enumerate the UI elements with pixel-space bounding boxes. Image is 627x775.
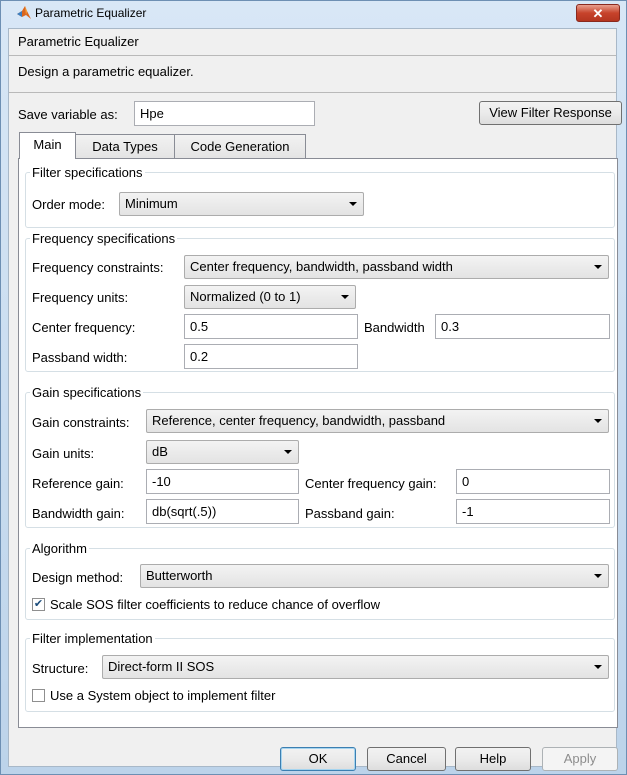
header-divider-2 <box>9 92 616 93</box>
gain-units-dropdown[interactable]: dB <box>146 440 299 464</box>
freq-units-value: Normalized (0 to 1) <box>190 289 301 304</box>
tab-code-generation[interactable]: Code Generation <box>174 134 306 159</box>
bandwidth-gain-input[interactable]: db(sqrt(.5)) <box>146 499 299 524</box>
order-mode-value: Minimum <box>125 196 178 211</box>
freq-spec-legend: Frequency specifications <box>30 231 178 246</box>
structure-label: Structure: <box>32 661 89 676</box>
header-divider <box>9 55 616 56</box>
apply-button[interactable]: Apply <box>542 747 618 771</box>
gain-units-label: Gain units: <box>32 446 95 461</box>
design-method-value: Butterworth <box>146 568 213 583</box>
chevron-down-icon <box>594 665 602 669</box>
passband-gain-input[interactable]: -1 <box>456 499 610 524</box>
design-method-dropdown[interactable]: Butterworth <box>140 564 609 588</box>
gain-spec-legend: Gain specifications <box>30 385 144 400</box>
center-frequency-label: Center frequency: <box>32 320 136 335</box>
checkmark-icon: ✔ <box>33 598 44 610</box>
design-method-label: Design method: <box>32 570 124 585</box>
header-title: Parametric Equalizer <box>18 34 139 49</box>
close-button[interactable]: ✕ <box>576 4 620 22</box>
order-mode-dropdown[interactable]: Minimum <box>119 192 364 216</box>
passband-gain-label: Passband gain: <box>305 506 395 521</box>
matlab-logo-icon <box>17 6 31 19</box>
center-frequency-gain-label: Center frequency gain: <box>305 476 437 491</box>
chevron-down-icon <box>594 419 602 423</box>
freq-constraints-label: Frequency constraints: <box>32 260 164 275</box>
reference-gain-label: Reference gain: <box>32 476 124 491</box>
cancel-button[interactable]: Cancel <box>367 747 446 771</box>
help-button[interactable]: Help <box>455 747 531 771</box>
filter-spec-legend: Filter specifications <box>30 165 145 180</box>
implementation-legend: Filter implementation <box>30 631 155 646</box>
ok-button[interactable]: OK <box>280 747 356 771</box>
algorithm-legend: Algorithm <box>30 541 89 556</box>
gain-constraints-label: Gain constraints: <box>32 415 130 430</box>
passband-width-input[interactable]: 0.2 <box>184 344 358 369</box>
chevron-down-icon <box>594 265 602 269</box>
system-object-label[interactable]: Use a System object to implement filter <box>50 688 275 703</box>
system-object-checkbox[interactable] <box>32 689 45 702</box>
center-frequency-input[interactable]: 0.5 <box>184 314 358 339</box>
view-filter-response-button[interactable]: View Filter Response <box>479 101 622 125</box>
save-variable-input[interactable]: Hpe <box>134 101 315 126</box>
chevron-down-icon <box>349 202 357 206</box>
passband-width-label: Passband width: <box>32 350 128 365</box>
header-description: Design a parametric equalizer. <box>18 64 194 79</box>
structure-value: Direct-form II SOS <box>108 659 215 674</box>
reference-gain-input[interactable]: -10 <box>146 469 299 494</box>
order-mode-label: Order mode: <box>32 197 105 212</box>
scale-sos-label[interactable]: Scale SOS filter coefficients to reduce … <box>50 597 380 612</box>
tab-data-types[interactable]: Data Types <box>75 134 175 159</box>
freq-constraints-dropdown[interactable]: Center frequency, bandwidth, passband wi… <box>184 255 609 279</box>
structure-dropdown[interactable]: Direct-form II SOS <box>102 655 609 679</box>
freq-units-dropdown[interactable]: Normalized (0 to 1) <box>184 285 356 309</box>
window-title: Parametric Equalizer <box>35 6 147 20</box>
chevron-down-icon <box>341 295 349 299</box>
scale-sos-checkbox[interactable]: ✔ <box>32 598 45 611</box>
gain-constraints-value: Reference, center frequency, bandwidth, … <box>152 413 446 428</box>
center-frequency-gain-input[interactable]: 0 <box>456 469 610 494</box>
tab-main[interactable]: Main <box>19 132 76 159</box>
freq-units-label: Frequency units: <box>32 290 129 305</box>
freq-constraints-value: Center frequency, bandwidth, passband wi… <box>190 259 453 274</box>
chevron-down-icon <box>284 450 292 454</box>
gain-units-value: dB <box>152 444 168 459</box>
bandwidth-label: Bandwidth <box>364 320 425 335</box>
title-bar[interactable]: Parametric Equalizer ✕ <box>1 1 626 25</box>
gain-constraints-dropdown[interactable]: Reference, center frequency, bandwidth, … <box>146 409 609 433</box>
bandwidth-gain-label: Bandwidth gain: <box>32 506 125 521</box>
bandwidth-input[interactable]: 0.3 <box>435 314 610 339</box>
chevron-down-icon <box>594 574 602 578</box>
save-variable-label: Save variable as: <box>18 107 118 122</box>
